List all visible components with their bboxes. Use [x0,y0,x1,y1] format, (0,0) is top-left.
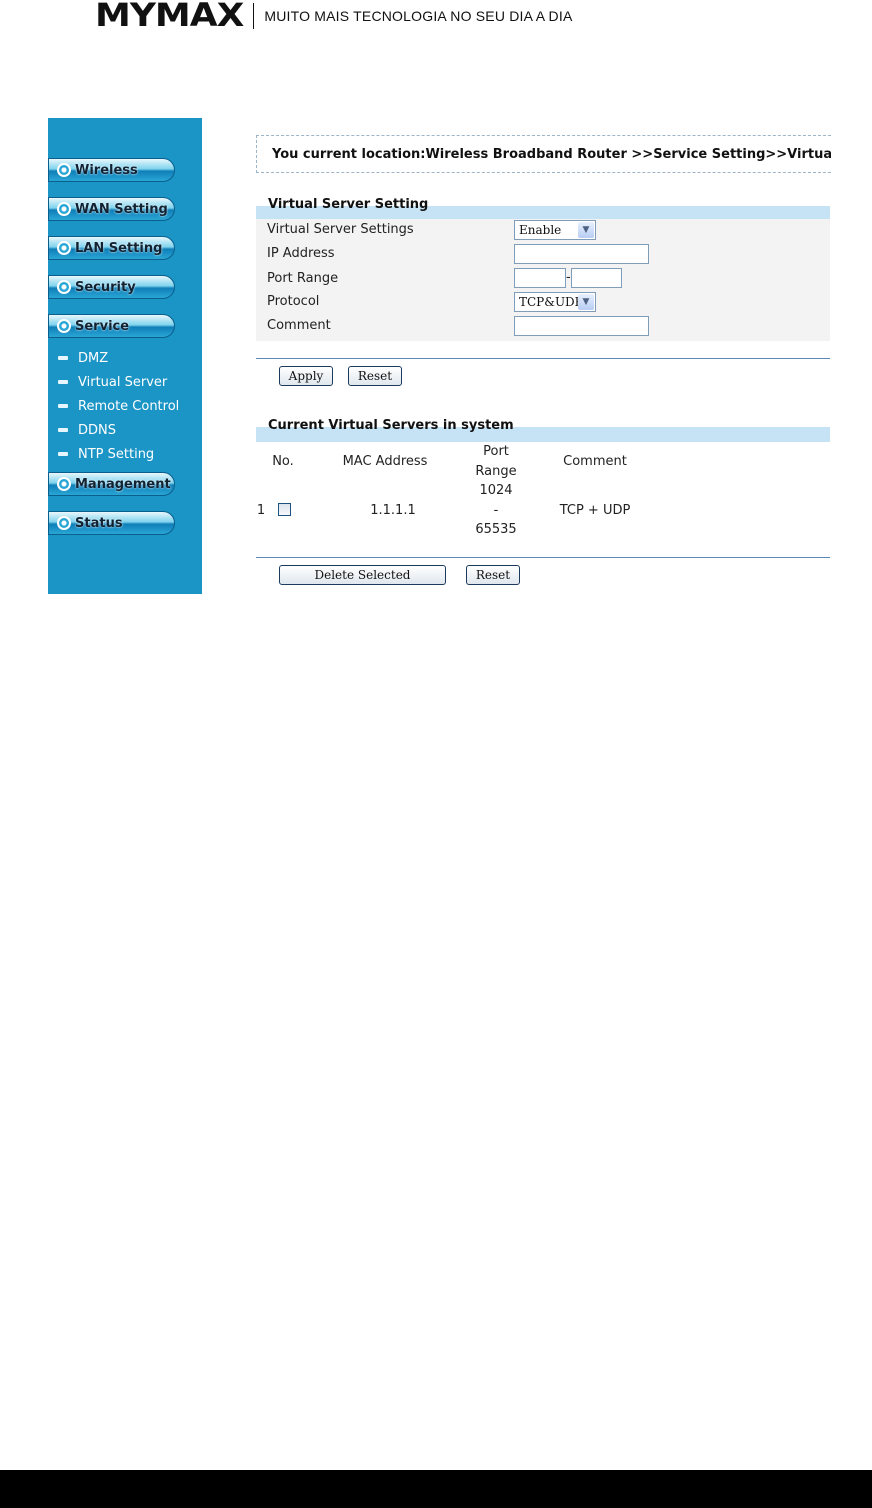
sidebar-item-label: Status [75,515,123,531]
location-breadcrumb: You current location:Wireless Broadband … [256,135,831,173]
row-mac-address: 1.1.1.1 [370,503,416,518]
ip-address-input[interactable] [514,244,649,264]
chevron-down-icon: ▼ [578,294,594,310]
sidebar-subitem-virtual-server[interactable]: Virtual Server [58,372,167,392]
circle-bullet-icon [57,319,71,333]
sidebar-item-label: Management [75,476,171,492]
ip-address-label: IP Address [267,246,335,261]
row-number: 1 [256,503,266,518]
protocol-select[interactable]: TCP&UDP ▼ [514,292,596,312]
column-header-port-range: Range [475,464,517,479]
section-header-virtual-server-setting: Virtual Server Setting [256,192,830,221]
section-title: Virtual Server Setting [268,197,429,212]
circle-bullet-icon [57,280,71,294]
sidebar-item-service[interactable]: Service [48,314,175,338]
row-port-range: 65535 [475,522,517,537]
reset-list-button[interactable]: Reset [466,565,520,585]
sidebar-subitem-label: Remote Control [78,398,180,414]
protocol-label: Protocol [267,294,320,309]
section-header-current-virtual-servers: Current Virtual Servers in system [256,413,830,442]
brand-logo: MYMAX [95,0,244,35]
port-range-separator: - [566,270,571,285]
column-header-no: No. [272,454,294,469]
sidebar-item-management[interactable]: Management [48,472,175,496]
comment-input[interactable] [514,316,649,336]
delete-selected-button[interactable]: Delete Selected [279,565,446,585]
header-logo: MYMAX MUITO MAIS TECNOLOGIA NO SEU DIA A… [95,0,573,32]
column-header-port-range: Port [483,444,509,459]
sidebar-item-label: LAN Setting [75,240,163,256]
circle-bullet-icon [57,516,71,530]
divider [256,358,830,359]
bottom-black-bar [0,1470,872,1508]
row-select-checkbox[interactable] [278,503,291,516]
logo-divider [253,3,255,29]
sidebar-item-label: Service [75,318,130,334]
circle-bullet-icon [57,202,71,216]
virtual-server-enable-select[interactable]: Enable ▼ [514,220,596,240]
location-text: You current location:Wireless Broadband … [272,146,831,162]
sidebar-subitem-label: NTP Setting [78,446,155,462]
circle-bullet-icon [57,477,71,491]
column-header-mac-address: MAC Address [342,454,428,469]
sidebar-subitem-label: DDNS [78,422,116,438]
dash-bullet-icon [58,452,68,456]
reset-button[interactable]: Reset [348,366,402,386]
row-comment: TCP + UDP [559,503,631,518]
section-title: Current Virtual Servers in system [268,418,514,433]
apply-button[interactable]: Apply [279,366,333,386]
sidebar-item-label: Wireless [75,162,138,178]
port-range-start-input[interactable] [514,268,566,288]
sidebar: Wireless WAN Setting LAN Setting Securit… [48,118,202,594]
select-value: TCP&UDP [519,295,583,309]
sidebar-subitem-remote-control[interactable]: Remote Control [58,396,179,416]
divider [256,557,830,558]
sidebar-subitem-ntp-setting[interactable]: NTP Setting [58,444,154,464]
dash-bullet-icon [58,356,68,360]
sidebar-item-security[interactable]: Security [48,275,175,299]
sidebar-item-status[interactable]: Status [48,511,175,535]
virtual-server-form: Virtual Server Settings Enable ▼ IP Addr… [256,219,830,341]
brand-tagline: MUITO MAIS TECNOLOGIA NO SEU DIA A DIA [264,8,573,24]
dash-bullet-icon [58,428,68,432]
sidebar-item-wireless[interactable]: Wireless [48,158,175,182]
row-port-range: 1024 [479,483,513,498]
select-value: Enable [519,223,562,237]
sidebar-item-label: Security [75,279,136,295]
sidebar-item-wan-setting[interactable]: WAN Setting [48,197,175,221]
sidebar-item-label: WAN Setting [75,201,168,217]
sidebar-item-lan-setting[interactable]: LAN Setting [48,236,175,260]
circle-bullet-icon [57,163,71,177]
row-port-range: - [493,503,499,518]
dash-bullet-icon [58,380,68,384]
chevron-down-icon: ▼ [578,222,594,238]
sidebar-subitem-label: DMZ [78,350,109,366]
sidebar-subitem-dmz[interactable]: DMZ [58,348,108,368]
dash-bullet-icon [58,404,68,408]
comment-label: Comment [267,318,331,333]
sidebar-subitem-label: Virtual Server [78,374,168,390]
virtual-server-settings-label: Virtual Server Settings [267,222,414,237]
column-header-comment: Comment [563,454,627,469]
sidebar-subitem-ddns[interactable]: DDNS [58,420,116,440]
port-range-label: Port Range [267,271,339,286]
circle-bullet-icon [57,241,71,255]
port-range-end-input[interactable] [571,268,622,288]
